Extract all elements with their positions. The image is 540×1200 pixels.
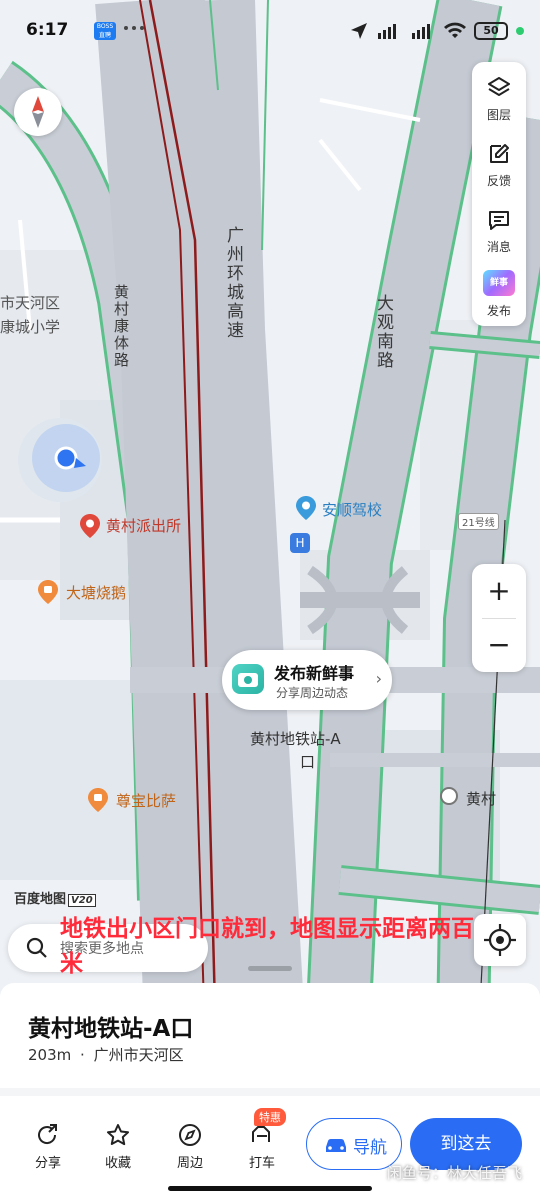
nearby-button[interactable]: 周边 [160, 1122, 220, 1171]
restaurant-pin-icon[interactable] [38, 580, 58, 604]
signal-icon [378, 24, 396, 39]
signal-2-icon [412, 24, 430, 39]
location-arrow-icon [351, 23, 367, 39]
compass-icon [32, 96, 44, 128]
map-logo-text: 百度地图 [14, 892, 67, 907]
police-pin-icon[interactable] [80, 514, 100, 538]
camera-icon [232, 664, 264, 694]
privacy-indicator-icon [516, 27, 524, 35]
map-logo: 百度地图 V20 [14, 888, 96, 907]
layers-label: 图层 [486, 108, 511, 122]
zoom-out-button[interactable]: − [472, 618, 526, 672]
app-notification-icon: BOSS直聘 [94, 22, 116, 40]
publish-news-bubble[interactable]: 发布新鲜事 分享周边动态 › [222, 650, 392, 710]
home-indicator[interactable] [168, 1186, 372, 1191]
place-meta: 203m · 广州市天河区 [28, 1044, 184, 1065]
feedback-label: 反馈 [486, 174, 511, 188]
district-label: 市天河区 [0, 294, 61, 312]
place-district: 广州市天河区 [93, 1046, 184, 1064]
map-logo-version: V20 [68, 894, 96, 907]
compass-button[interactable] [14, 88, 62, 136]
meta-separator: · [80, 1046, 85, 1064]
taxi-button[interactable]: 特惠 打车 [232, 1108, 292, 1171]
navigate-label: 导航 [353, 1138, 387, 1158]
bubble-title: 发布新鲜事 [274, 664, 355, 683]
compass-nearby-icon [179, 1124, 201, 1146]
sheet-divider [0, 1088, 540, 1096]
zoom-in-button[interactable]: + [472, 564, 526, 618]
poi-bbq-goose-label[interactable]: 大塘烧鹅 [66, 582, 126, 603]
poi-metro-exit-label-2[interactable]: 口 [300, 751, 315, 772]
status-time: 6:17 [26, 20, 69, 40]
battery-icon: 50 [474, 22, 508, 40]
favorite-label: 收藏 [104, 1156, 131, 1171]
chevron-right-icon: › [375, 669, 382, 688]
nearby-label: 周边 [176, 1156, 203, 1171]
action-bar: 分享 收藏 周边 特惠 打车 导航 到这去 [0, 1096, 540, 1200]
car-icon [326, 1139, 346, 1152]
sheet-drag-handle[interactable] [248, 966, 292, 971]
zoom-control: + − [472, 564, 526, 672]
status-icons: 50 [350, 20, 524, 42]
feedback-button[interactable]: 反馈 [472, 132, 526, 196]
publish-badge-icon: 鲜事 [483, 270, 515, 296]
poi-metro-exit-label[interactable]: 黄村地铁站-A [250, 728, 341, 749]
share-label: 分享 [34, 1156, 61, 1171]
message-icon [489, 211, 509, 230]
layers-icon [488, 77, 510, 96]
metro-line-label: 21号线 [458, 513, 499, 530]
watermark: 闲鱼号：林大任吾飞 [386, 1164, 522, 1182]
publish-label: 发布 [486, 304, 511, 318]
share-icon [38, 1124, 57, 1144]
taxi-discount-badge: 特惠 [254, 1108, 286, 1126]
road-label-ring-expressway: 广州环城高速 [223, 226, 243, 340]
taxi-label: 打车 [248, 1156, 275, 1171]
road-label-daguan: 大观南路 [373, 294, 393, 370]
place-distance: 203m [28, 1046, 72, 1064]
share-button[interactable]: 分享 [18, 1122, 78, 1171]
favorite-button[interactable]: 收藏 [88, 1122, 148, 1171]
publish-button[interactable]: 鲜事 发布 [472, 262, 526, 326]
layers-button[interactable]: 图层 [472, 66, 526, 130]
bubble-subtitle: 分享周边动态 [276, 686, 349, 700]
map-tool-panel: 图层 反馈 消息 鲜事 发布 [472, 62, 526, 326]
school-pin-icon[interactable] [296, 496, 316, 520]
place-name: 黄村地铁站-A口 [28, 1016, 194, 1042]
search-icon [26, 937, 47, 958]
more-notifications-icon [124, 26, 128, 30]
hospital-icon[interactable]: H [290, 533, 310, 553]
star-icon [107, 1124, 129, 1146]
pizza-pin-icon[interactable] [88, 788, 108, 812]
poi-police-label[interactable]: 黄村派出所 [106, 515, 181, 536]
status-bar: 6:17 BOSS直聘 50 [0, 0, 540, 60]
poi-driving-school-label[interactable]: 安顺驾校 [322, 499, 382, 520]
wifi-icon [444, 22, 466, 38]
overlay-caption: 地铁出小区门口就到，地图显示距离两百米 [60, 916, 474, 977]
metro-station-icon[interactable] [440, 787, 458, 805]
school-label: 康城小学 [0, 318, 61, 336]
poi-pizza-label[interactable]: 尊宝比萨 [116, 790, 176, 811]
poi-huangcun-station-label[interactable]: 黄村 [466, 788, 496, 809]
messages-label: 消息 [486, 240, 511, 254]
messages-button[interactable]: 消息 [472, 198, 526, 262]
edit-icon [490, 144, 509, 163]
road-label-kangti: 黄村康体路 [112, 284, 130, 369]
